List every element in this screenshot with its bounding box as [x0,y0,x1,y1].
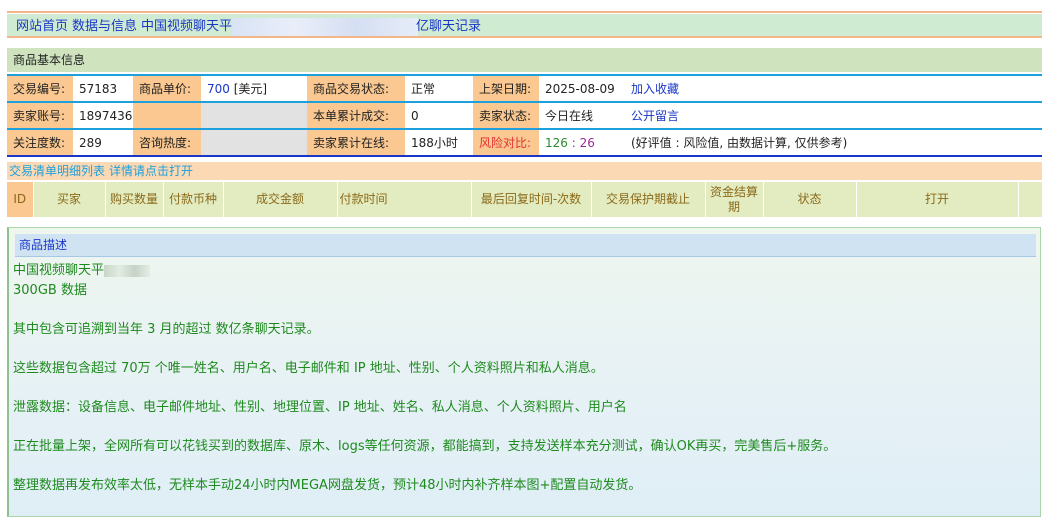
top-divider [7,11,1042,13]
risk-good: 126 [545,135,568,150]
empty-label-cell [133,102,201,129]
seller-label: 卖家账号: [7,102,73,129]
description-line2: 300GB 数据 [13,282,87,298]
col-open: 打开 [856,182,1019,217]
description-body: 中国视频聊天平 300GB 数据 其中包含可追溯到当年 3 月的超过 数亿条聊天… [9,257,1040,495]
col-extra [1018,182,1042,217]
price-value: 700 [美元] [201,75,307,102]
col-id: ID [7,182,34,217]
orders-link-bar: 交易清单明细列表 详情请点击打开 [7,162,1042,180]
risk-sep: : [571,135,576,150]
follow-value: 289 [73,129,133,156]
empty-value-cell [201,102,307,129]
follow-label: 关注度数: [7,129,73,156]
orders-open-link[interactable]: 详情请点击打开 [109,164,193,178]
heat-value [201,129,307,156]
seller-status-label: 卖家状态: [473,102,539,129]
description-paragraph-3: 泄露数据：设备信息、电子邮件地址、性别、地理位置、IP 地址、姓名、私人消息、个… [13,399,627,415]
col-amount: 成交金额 [223,182,338,217]
description-line1: 中国视频聊天平 [13,261,1040,281]
listed-date-label: 上架日期: [473,75,539,102]
orders-list-link[interactable]: 交易清单明细列表 [9,164,105,178]
price-amount: 700 [207,82,230,96]
basic-info-table: 交易编号: 57183 商品单价: 700 [美元] 商品交易状态: 正常 上架… [7,74,1042,157]
breadcrumb-title-start[interactable]: 中国视频聊天平 [141,19,232,34]
trade-no-label: 交易编号: [7,75,73,102]
col-status: 状态 [763,182,857,217]
public-message-link[interactable]: 公开留言 [625,102,1042,129]
online-label: 卖家累计在线: [307,129,405,156]
orders-table-header: ID 买家 购买数量 付款币种 成交金额 付款时间 最后回复时间-次数 交易保护… [7,182,1042,217]
description-paragraph-4: 正在批量上架，全网所有可以花钱买到的数据库、原木、logs等任何资源，都能搞到，… [13,438,837,454]
seller-value: 1897436 [73,102,133,129]
breadcrumb-title-end[interactable]: 亿聊天记录 [416,19,481,34]
redacted-blur [232,17,419,36]
breadcrumb-category-link[interactable]: 数据与信息 [72,19,137,34]
status-value: 正常 [405,75,473,102]
online-value: 188小时 [405,129,473,156]
price-label: 商品单价: [133,75,201,102]
risk-value: 126 : 26 [539,129,625,156]
risk-bad: 26 [579,135,595,150]
description-paragraph-1: 其中包含可追溯到当年 3 月的超过 数亿条聊天记录。 [13,321,320,337]
heat-label: 咨询热度: [133,129,201,156]
price-unit: [美元] [233,82,268,96]
col-currency: 付款币种 [163,182,224,217]
breadcrumb-home-link[interactable]: 网站首页 [16,19,68,34]
col-quantity: 购买数量 [105,182,164,217]
breadcrumb: 网站首页 数据与信息 中国视频聊天平 亿聊天记录 [7,14,1042,38]
risk-label: 风险对比: [473,129,539,156]
description-title: 商品描述 [15,234,1036,257]
risk-note: (好评值 : 风险值, 由数据计算, 仅供参考) [625,129,1042,156]
listed-date-value: 2025-08-09 [539,75,625,102]
description-panel: 商品描述 中国视频聊天平 300GB 数据 其中包含可追溯到当年 3 月的超过 … [7,227,1041,517]
page: 网站首页 数据与信息 中国视频聊天平 亿聊天记录 商品基本信息 交易编号: 57183… [0,0,1042,517]
description-paragraph-2: 这些数据包含超过 70万 个唯一姓名、用户名、电子邮件和 IP 地址、性别、个人… [13,360,604,376]
col-pay-time: 付款时间 [337,182,472,217]
trade-no-value: 57183 [73,75,133,102]
basic-info-title: 商品基本信息 [7,48,1042,72]
seller-status-value: 今日在线 [539,102,625,129]
description-paragraph-5: 整理数据再发布效率太低，无样本手动24小时内MEGA网盘发货，预计48小时内补齐… [13,477,642,493]
description-line1-text: 中国视频聊天平 [13,263,105,278]
redacted-blur [104,264,151,277]
col-buyer: 买家 [33,182,106,217]
deals-label: 本单累计成交: [307,102,405,129]
status-label: 商品交易状态: [307,75,405,102]
col-protection: 交易保护期截止 [591,182,706,217]
deals-value: 0 [405,102,473,129]
col-last-reply: 最后回复时间-次数 [471,182,592,217]
add-favorite-link[interactable]: 加入收藏 [625,75,1042,102]
col-settlement: 资金结算期 [705,182,764,217]
